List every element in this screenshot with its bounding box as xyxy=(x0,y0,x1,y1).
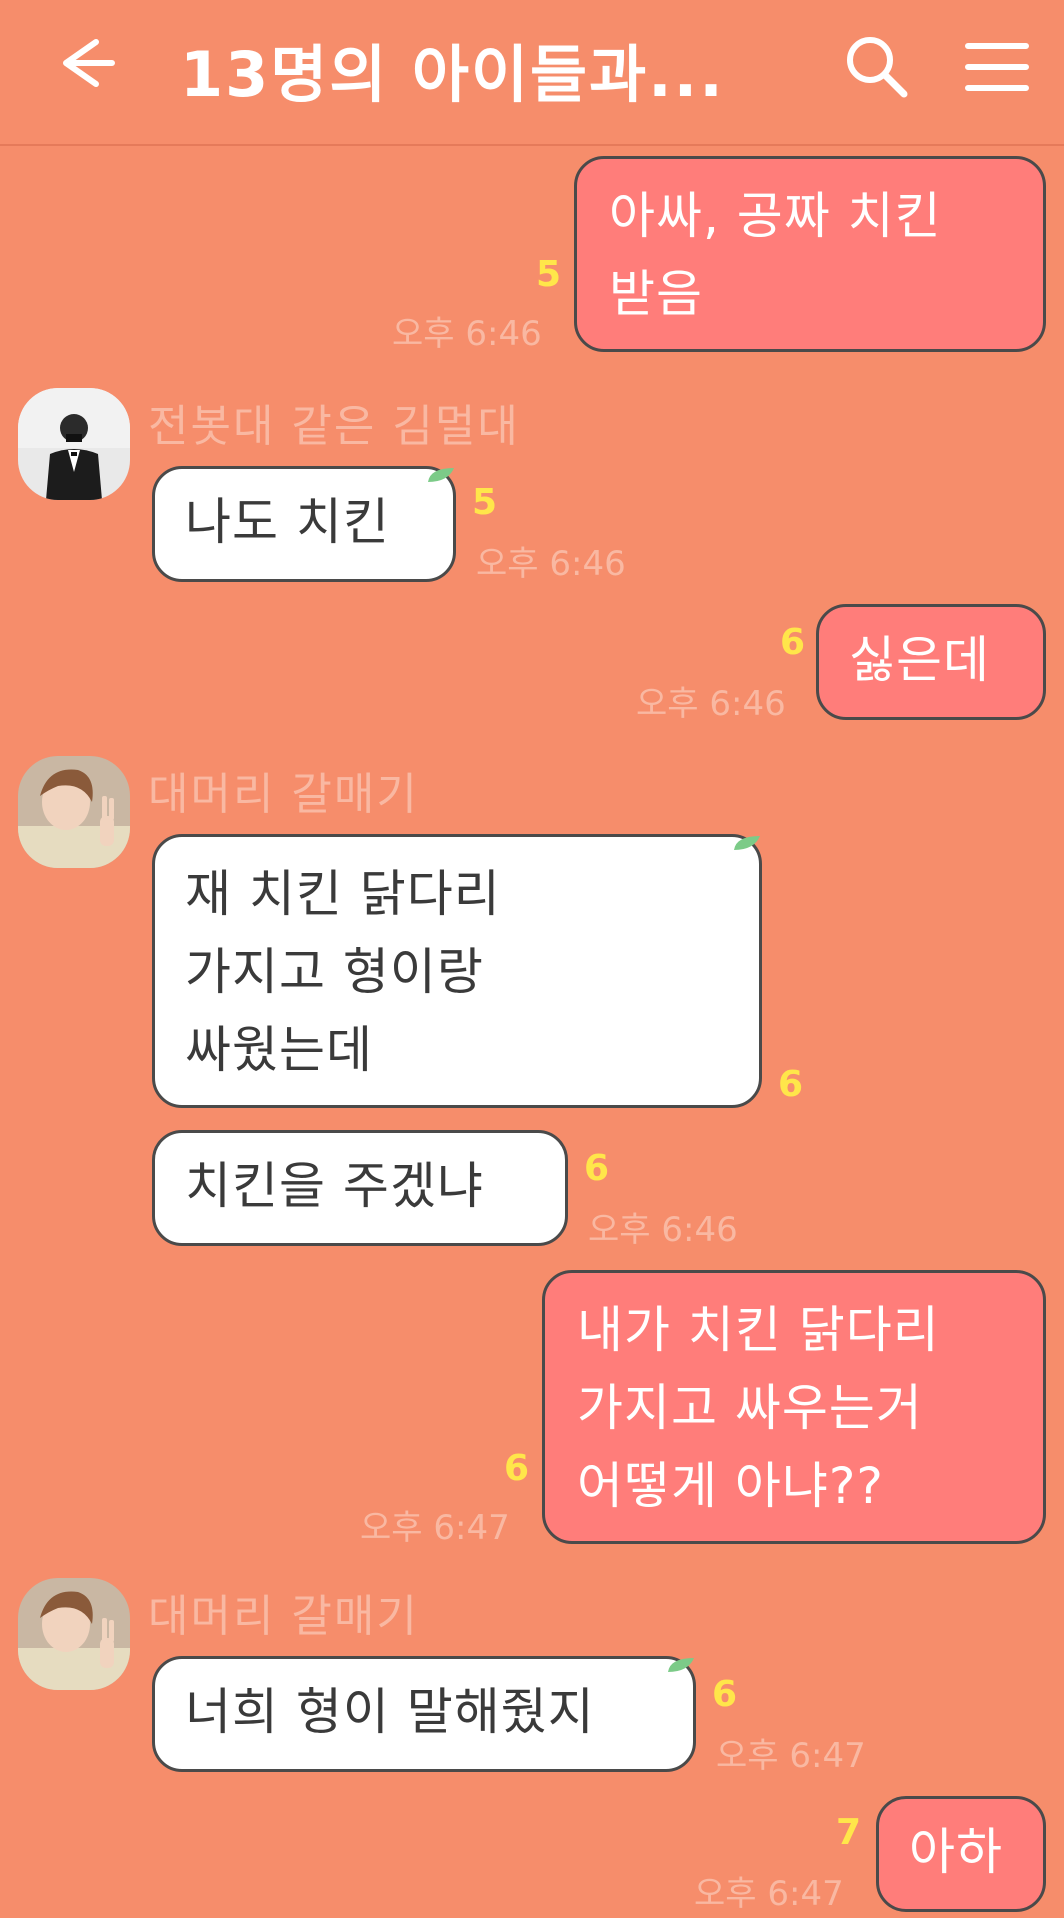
avatar[interactable] xyxy=(18,756,130,868)
message-time: 오후 6:46 xyxy=(588,1210,738,1250)
sender-name: 대머리 갈매기 xyxy=(148,769,419,820)
unread-count: 6 xyxy=(778,1064,804,1105)
sender-name: 전봇대 같은 김멀대 xyxy=(148,401,520,452)
unread-count: 6 xyxy=(712,1674,738,1715)
message-time: 오후 6:46 xyxy=(476,544,626,584)
unread-count: 7 xyxy=(836,1812,862,1853)
message-bubble-other[interactable]: 재 치킨 닭다리 가지고 형이랑 싸웠는데 xyxy=(152,834,762,1108)
message-bubble-mine[interactable]: 내가 치킨 닭다리 가지고 싸우는거 어떻게 아냐?? xyxy=(542,1270,1046,1544)
leaf-icon xyxy=(428,468,454,482)
message-bubble-other[interactable]: 치킨을 주겠냐 xyxy=(152,1130,568,1246)
search-button[interactable] xyxy=(842,32,912,102)
menu-button[interactable] xyxy=(962,32,1032,102)
unread-count: 6 xyxy=(584,1148,610,1189)
arrow-left-icon xyxy=(63,39,115,87)
chat-header: 13명의 아이들과... xyxy=(0,0,1064,146)
profile-photo-icon xyxy=(18,388,130,500)
leaf-icon xyxy=(734,836,760,850)
message-bubble-mine[interactable]: 아싸, 공짜 치킨 받음 xyxy=(574,156,1046,352)
avatar[interactable] xyxy=(18,1578,130,1690)
message-time: 오후 6:46 xyxy=(636,684,786,724)
unread-count: 5 xyxy=(536,254,562,295)
message-time: 오후 6:47 xyxy=(694,1874,844,1914)
message-bubble-mine[interactable]: 아하 xyxy=(876,1796,1046,1912)
hamburger-menu-icon xyxy=(965,43,1029,91)
search-icon xyxy=(847,37,908,98)
profile-photo-icon xyxy=(18,756,130,868)
unread-count: 6 xyxy=(780,622,806,663)
leaf-icon xyxy=(668,1658,694,1672)
message-time: 오후 6:47 xyxy=(716,1736,866,1776)
unread-count: 6 xyxy=(504,1448,530,1489)
unread-count: 5 xyxy=(472,482,498,523)
message-bubble-other[interactable]: 나도 치킨 xyxy=(152,466,456,582)
message-time: 오후 6:46 xyxy=(392,314,542,354)
back-button[interactable] xyxy=(56,28,146,98)
avatar[interactable] xyxy=(18,388,130,500)
profile-photo-icon xyxy=(18,1578,130,1690)
sender-name: 대머리 갈매기 xyxy=(148,1591,419,1642)
message-bubble-mine[interactable]: 싫은데 xyxy=(816,604,1046,720)
message-bubble-other[interactable]: 너희 형이 말해줬지 xyxy=(152,1656,696,1772)
chat-title: 13명의 아이들과... xyxy=(180,38,725,111)
message-time: 오후 6:47 xyxy=(360,1508,510,1548)
